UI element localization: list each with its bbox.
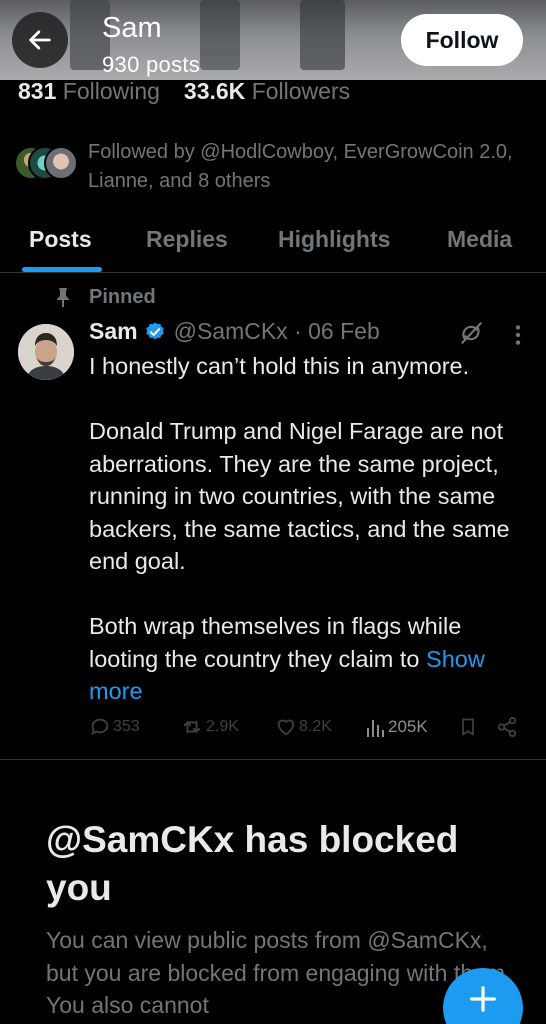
more-vertical-icon[interactable] bbox=[508, 322, 528, 353]
divider bbox=[0, 759, 546, 760]
avatar-image bbox=[18, 324, 74, 380]
followers-link[interactable]: 33.6K Followers bbox=[184, 78, 350, 104]
followers-count: 33.6K bbox=[183, 78, 246, 104]
followed-by-text: Followed by @HodlCowboy, EverGrowCoin 2.… bbox=[88, 141, 513, 192]
profile-tabs: Posts Replies Highlights Media bbox=[0, 218, 546, 273]
header-banner-blur bbox=[300, 0, 345, 70]
tab-media[interactable]: Media bbox=[447, 226, 512, 253]
post-author-name[interactable]: Sam bbox=[89, 318, 138, 345]
header-posts-count: 930 posts bbox=[102, 52, 201, 77]
tab-highlights[interactable]: Highlights bbox=[278, 226, 390, 253]
following-link[interactable]: 831 Following bbox=[18, 78, 160, 104]
active-tab-indicator bbox=[22, 267, 102, 272]
post-text[interactable]: I honestly can’t hold this in anymore. D… bbox=[89, 350, 537, 708]
back-button[interactable] bbox=[12, 12, 68, 68]
pin-icon bbox=[52, 287, 74, 308]
profile-stats: 831 Following 33.6K Followers bbox=[18, 78, 350, 105]
profile-header: Sam 930 posts Follow bbox=[0, 0, 546, 80]
post-paragraph: Both wrap themselves in flags while loot… bbox=[89, 613, 462, 672]
pinned-indicator: Pinned bbox=[52, 286, 156, 309]
views-count: 205K bbox=[388, 717, 428, 736]
tab-posts[interactable]: Posts bbox=[29, 226, 92, 253]
following-label: Following bbox=[62, 78, 160, 104]
bookmark-button[interactable] bbox=[458, 716, 478, 738]
share-button[interactable] bbox=[496, 716, 518, 738]
post-actions: 353 2.9K 8.2K 205K bbox=[89, 716, 529, 742]
post-header: Sam @SamCKx · 06 Feb bbox=[89, 318, 380, 345]
header-name: Sam bbox=[102, 12, 162, 44]
follow-button[interactable]: Follow bbox=[401, 14, 523, 66]
following-count: 831 bbox=[18, 78, 57, 104]
views-icon bbox=[367, 720, 384, 737]
post-paragraph: Donald Trump and Nigel Farage are not ab… bbox=[89, 418, 510, 574]
bookmark-icon bbox=[462, 718, 474, 737]
avatar bbox=[44, 146, 78, 180]
pinned-label: Pinned bbox=[89, 286, 156, 308]
views-button[interactable]: 205K bbox=[366, 716, 428, 738]
arrow-left-icon bbox=[29, 30, 51, 50]
repost-button[interactable]: 2.9K bbox=[180, 716, 239, 738]
post-author-avatar[interactable] bbox=[18, 324, 74, 380]
grok-icon[interactable] bbox=[458, 320, 484, 351]
like-button[interactable]: 8.2K bbox=[275, 716, 332, 738]
post-paragraph: I honestly can’t hold this in anymore. bbox=[89, 353, 470, 379]
reply-icon bbox=[91, 718, 109, 736]
followers-avatars bbox=[14, 146, 84, 182]
header-banner-blur bbox=[200, 0, 240, 70]
blocked-title: @SamCKx has blocked you bbox=[46, 819, 459, 908]
plus-icon bbox=[470, 986, 496, 1012]
post-handle-date[interactable]: @SamCKx · 06 Feb bbox=[174, 318, 380, 345]
repost-count: 2.9K bbox=[206, 718, 239, 735]
like-count: 8.2K bbox=[299, 718, 332, 735]
verified-badge-icon bbox=[144, 321, 166, 343]
reply-count: 353 bbox=[113, 718, 140, 735]
reply-button[interactable]: 353 bbox=[89, 716, 140, 738]
repost-icon bbox=[183, 720, 201, 734]
share-icon bbox=[497, 716, 517, 738]
tab-replies[interactable]: Replies bbox=[146, 226, 228, 253]
heart-icon bbox=[277, 719, 295, 736]
followers-label: Followers bbox=[251, 78, 351, 104]
